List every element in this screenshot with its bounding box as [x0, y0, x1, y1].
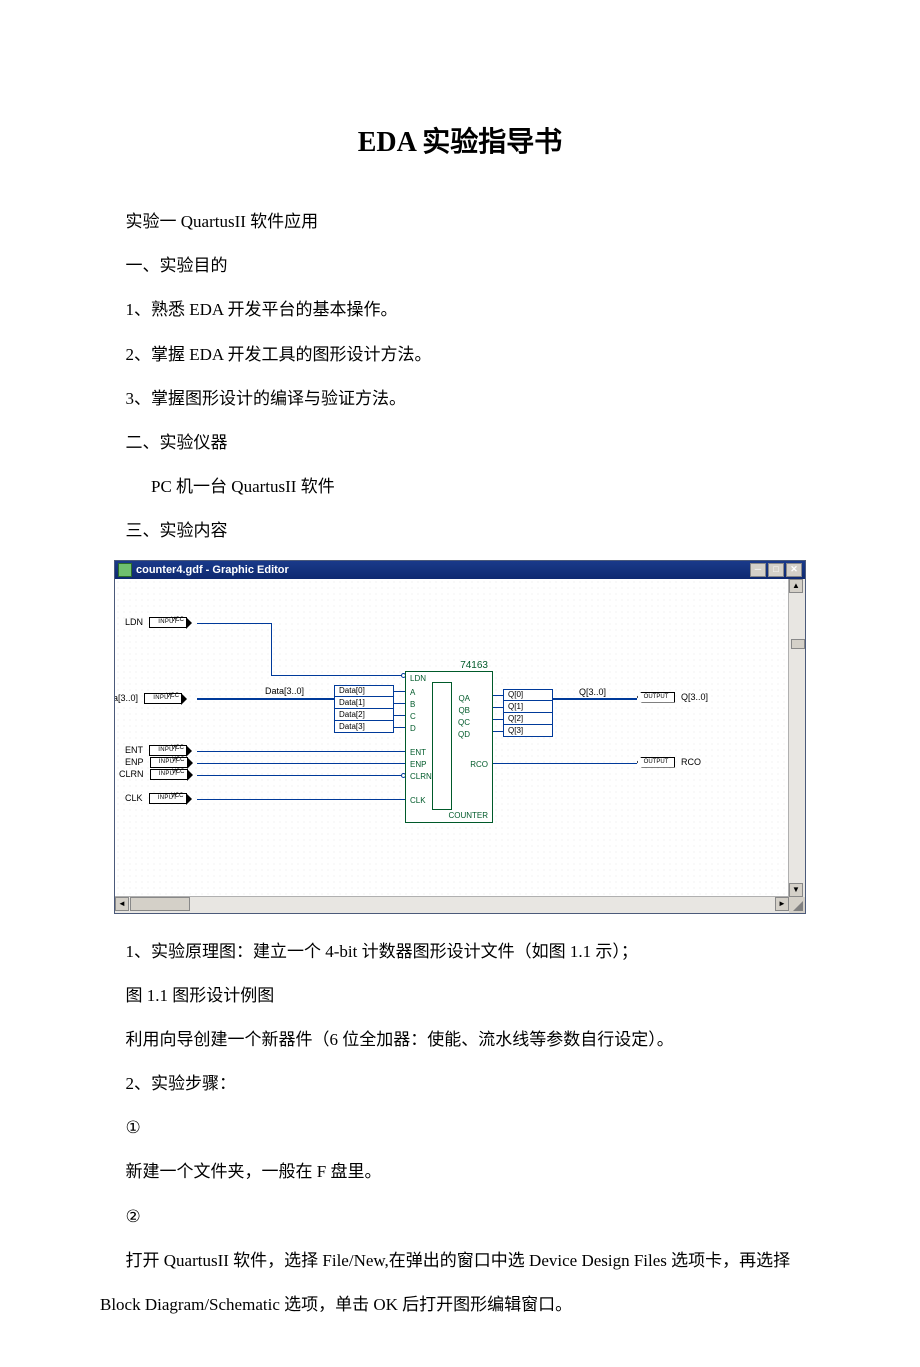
body-text: 打开 QuartusII 软件，选择 File/New,在弹出的窗口中选 Dev…: [100, 1239, 820, 1327]
net-label: Data[3..0]: [265, 686, 304, 696]
body-text: 利用向导创建一个新器件（6 位全加器：使能、流水线等参数自行设定）。: [100, 1018, 820, 1062]
body-text: ②: [100, 1195, 820, 1239]
close-icon[interactable]: ✕: [786, 563, 802, 577]
scroll-up-icon[interactable]: ▲: [789, 579, 803, 593]
input-pin-enp[interactable]: ENP INPUTVCC: [125, 757, 188, 768]
bus: [553, 698, 637, 700]
wire: [394, 691, 405, 692]
wire: [493, 695, 503, 696]
output-pin-rco[interactable]: OUTPUT RCO: [637, 757, 701, 768]
scroll-marker: [791, 639, 805, 649]
page-title: EDA 实验指导书: [100, 120, 820, 160]
output-pin-q[interactable]: OUTPUT Q[3..0]: [637, 692, 708, 703]
wire: [271, 623, 272, 675]
wire: [493, 763, 637, 764]
app-icon: [118, 563, 132, 577]
wire: [197, 799, 405, 800]
graphic-editor-window: counter4.gdf - Graphic Editor ─ □ ✕ LDN …: [114, 560, 806, 914]
body-text: 1、熟悉 EDA 开发平台的基本操作。: [100, 288, 820, 332]
body-text: 2、掌握 EDA 开发工具的图形设计方法。: [100, 333, 820, 377]
body-text: ①: [100, 1106, 820, 1150]
wire: [197, 763, 405, 764]
input-pin-ldn[interactable]: LDN INPUTVCC: [125, 617, 187, 628]
scroll-thumb[interactable]: [130, 897, 190, 911]
net-label: Q[3..0]: [579, 687, 606, 697]
chip-footer: COUNTER: [448, 811, 488, 820]
pin-label: RCO: [681, 757, 701, 767]
input-pin-clk[interactable]: CLK INPUTVCC: [125, 793, 187, 804]
bus-tap-out: Q[0] Q[1] Q[2] Q[3]: [503, 689, 553, 737]
pin-label: ENP: [125, 757, 144, 767]
scroll-left-icon[interactable]: ◄: [115, 897, 129, 911]
wire: [493, 731, 503, 732]
resize-grip-icon[interactable]: [789, 897, 805, 913]
maximize-icon[interactable]: □: [768, 563, 784, 577]
chip-inner-box: [432, 682, 452, 810]
wire: [197, 751, 405, 752]
body-text: 2、实验步骤：: [100, 1062, 820, 1106]
chip-name: 74163: [460, 660, 488, 671]
wire: [197, 623, 271, 624]
schematic-canvas[interactable]: LDN INPUTVCC Data[3..0] INPUTVCC ENT INP…: [115, 579, 789, 897]
scroll-down-icon[interactable]: ▼: [789, 883, 803, 897]
pin-label: Q[3..0]: [681, 692, 708, 702]
scroll-right-icon[interactable]: ►: [775, 897, 789, 911]
body-text: 二、实验仪器: [100, 421, 820, 465]
window-title: counter4.gdf - Graphic Editor: [136, 564, 750, 576]
wire: [493, 719, 503, 720]
window-titlebar[interactable]: counter4.gdf - Graphic Editor ─ □ ✕: [115, 561, 805, 579]
wire: [271, 675, 403, 676]
pin-label: CLK: [125, 793, 143, 803]
wire: [197, 775, 401, 776]
input-pin-ent[interactable]: ENT INPUTVCC: [125, 745, 187, 756]
body-text: 一、实验目的: [100, 244, 820, 288]
embedded-screenshot: counter4.gdf - Graphic Editor ─ □ ✕ LDN …: [114, 560, 806, 914]
horizontal-scrollbar[interactable]: ◄ ►: [115, 897, 789, 913]
body-text: 图 1.1 图形设计例图: [100, 974, 820, 1018]
body-text: 实验一 QuartusII 软件应用: [100, 200, 820, 244]
pin-label: LDN: [125, 617, 143, 627]
bus: [197, 698, 334, 700]
wire: [493, 707, 503, 708]
body-text: 三、实验内容: [100, 509, 820, 553]
vertical-scrollbar[interactable]: ▲ ▼: [789, 579, 805, 897]
input-pin-clrn[interactable]: CLRN INPUTVCC: [119, 769, 188, 780]
chip-74163[interactable]: 74163 LDN A B C D ENT ENP CLRN CLK QA QB…: [405, 671, 493, 823]
wire: [394, 727, 405, 728]
wire: [394, 715, 405, 716]
input-pin-data[interactable]: Data[3..0] INPUTVCC: [115, 693, 182, 704]
body-text: PC 机一台 QuartusII 软件: [100, 465, 820, 509]
body-text: 新建一个文件夹，一般在 F 盘里。: [100, 1150, 820, 1194]
pin-label: ENT: [125, 745, 143, 755]
wire: [394, 703, 405, 704]
body-text: 3、掌握图形设计的编译与验证方法。: [100, 377, 820, 421]
pin-label: Data[3..0]: [115, 693, 138, 703]
pin-label: CLRN: [119, 769, 144, 779]
bus-tap-in: Data[0] Data[1] Data[2] Data[3]: [334, 685, 394, 733]
minimize-icon[interactable]: ─: [750, 563, 766, 577]
body-text: 1、实验原理图：建立一个 4-bit 计数器图形设计文件（如图 1.1 示）；: [100, 930, 820, 974]
